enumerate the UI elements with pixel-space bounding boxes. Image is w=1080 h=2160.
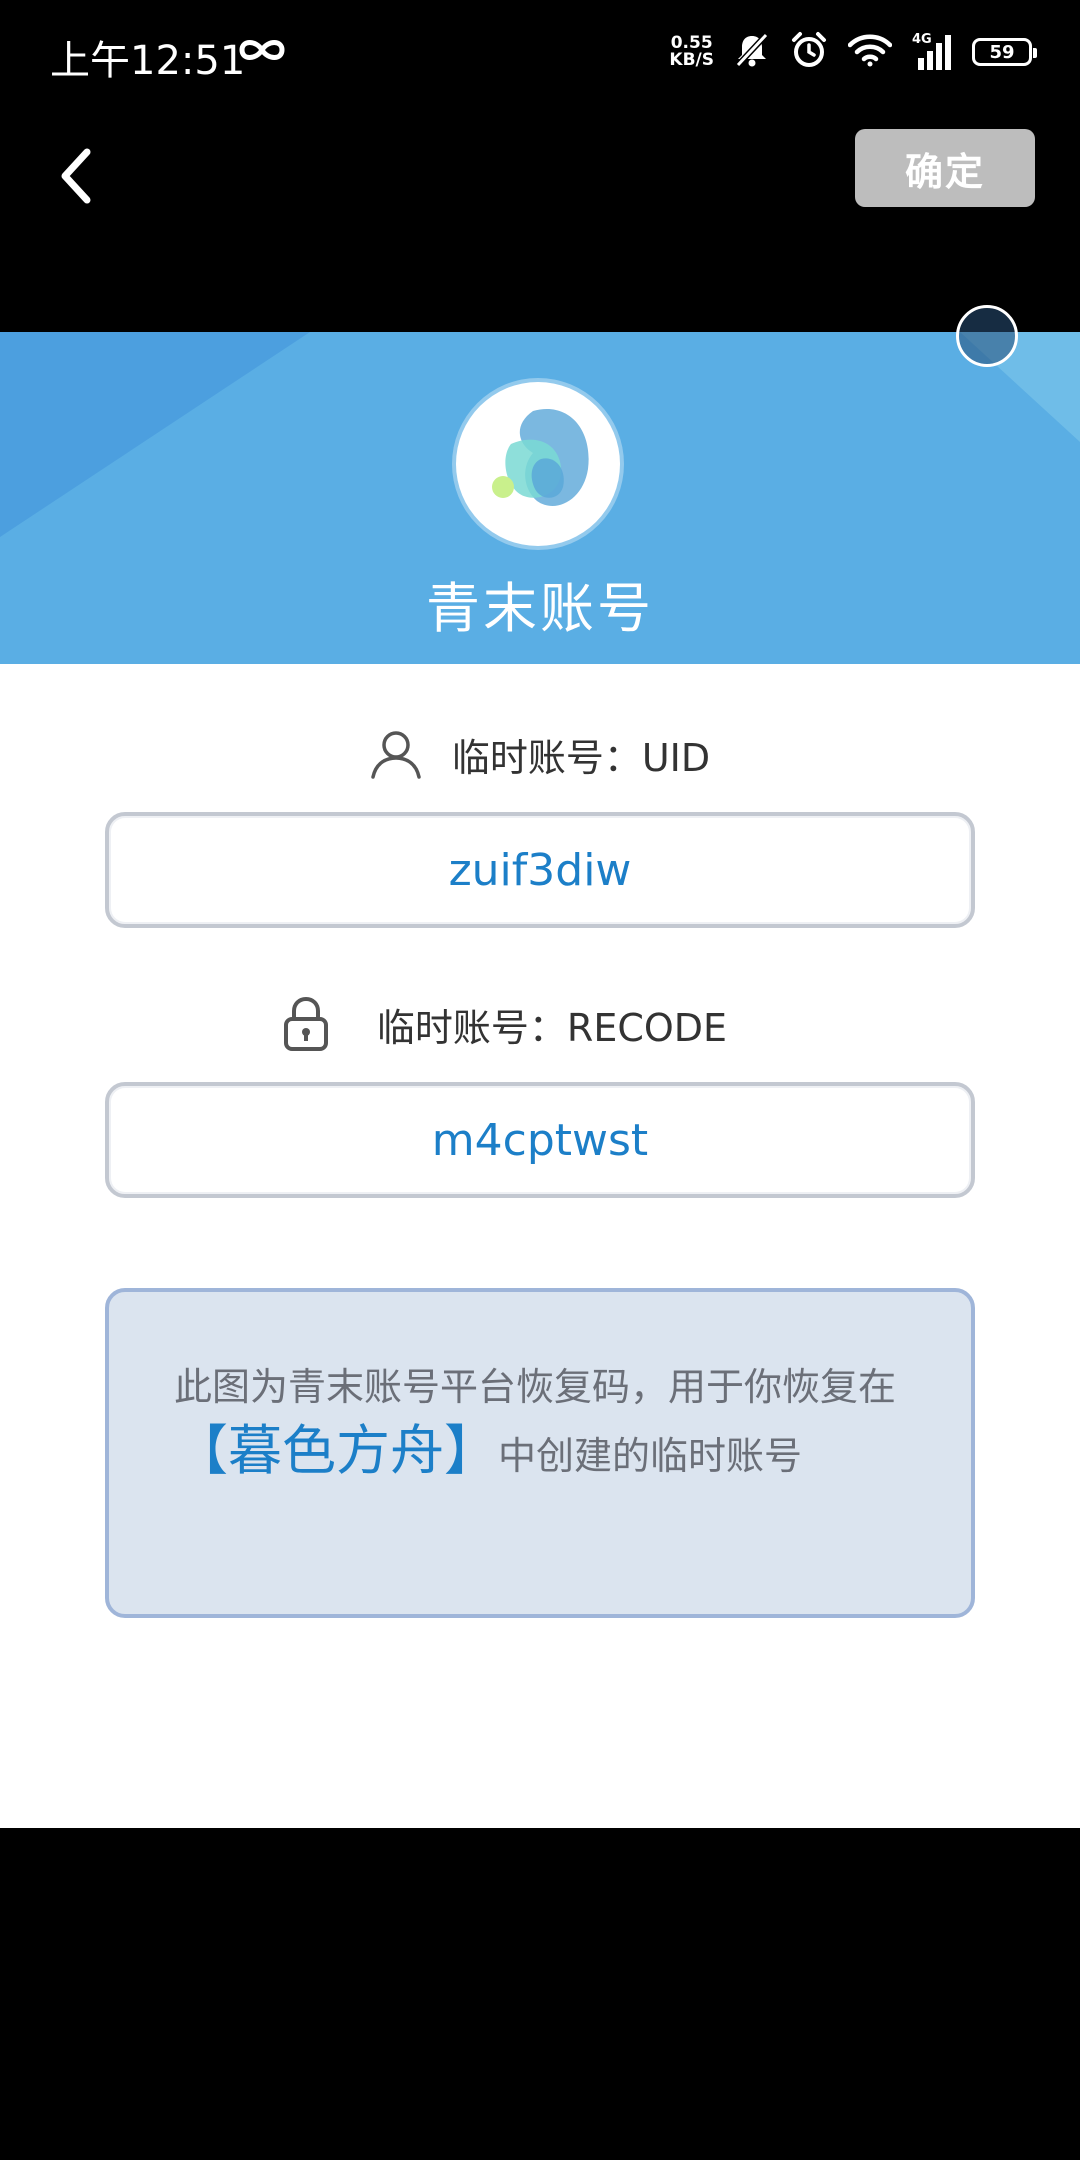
recode-label-row: 临时账号：RECODE	[0, 994, 1080, 1054]
infinity-icon	[238, 36, 286, 68]
battery-icon: 59	[972, 38, 1037, 66]
app-logo	[456, 382, 620, 546]
notice-text-before: 此图为青末账号平台恢复码，用于你恢复在	[174, 1365, 897, 1409]
mute-bell-icon	[734, 32, 770, 72]
app-bar: 确定	[0, 110, 1080, 332]
recode-field[interactable]: m4cptwst	[105, 1082, 975, 1198]
uid-label-row: 临时账号：UID	[0, 724, 1080, 784]
net-speed: 0.55 KB/S	[669, 35, 714, 69]
page-title: 青末账号	[426, 577, 654, 640]
alarm-icon	[790, 31, 828, 73]
chevron-left-icon	[61, 148, 91, 204]
uid-label: 临时账号：UID	[451, 735, 711, 780]
wifi-icon	[847, 33, 893, 71]
network-type: 4G	[912, 32, 932, 47]
uid-field[interactable]: zuif3diw	[105, 812, 975, 928]
status-bar: 上午12:51 0.55 KB/S 4G 59	[0, 0, 1080, 110]
back-button[interactable]	[42, 134, 112, 218]
user-icon	[370, 729, 422, 779]
notice-highlight: 【暮色方舟】	[174, 1419, 498, 1482]
notice-text-after: 中创建的临时账号	[498, 1434, 803, 1478]
confirm-button[interactable]: 确定	[855, 129, 1035, 207]
header-banner: 青末账号	[0, 332, 1080, 664]
lock-icon	[283, 996, 329, 1052]
floating-assist-button[interactable]	[956, 305, 1018, 367]
notice-box: 此图为青末账号平台恢复码，用于你恢复在【暮色方舟】中创建的临时账号	[105, 1288, 975, 1618]
signal-icon: 4G	[912, 32, 952, 70]
status-right-group: 0.55 KB/S 4G 59	[669, 30, 1037, 74]
content-panel: 临时账号：UID zuif3diw 临时账号：RECODE m4cptwst 此…	[0, 664, 1080, 1828]
net-speed-unit: KB/S	[669, 50, 714, 70]
status-time: 上午12:51	[50, 38, 246, 84]
battery-level: 59	[989, 41, 1015, 63]
recode-label: 临时账号：RECODE	[376, 1005, 728, 1050]
